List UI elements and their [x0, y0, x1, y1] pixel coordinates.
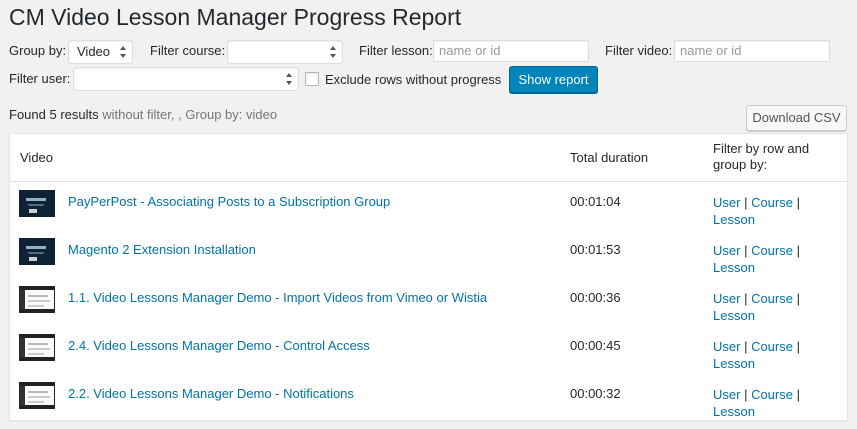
- filter-lesson-link[interactable]: Lesson: [713, 404, 755, 419]
- video-thumbnail[interactable]: [19, 238, 55, 265]
- filter-lesson-link[interactable]: Lesson: [713, 260, 755, 275]
- filter-course-link[interactable]: Course: [751, 387, 793, 402]
- separator: |: [740, 195, 752, 210]
- filter-user-label: Filter user:: [9, 71, 71, 86]
- separator: |: [792, 243, 800, 258]
- video-title-link[interactable]: PayPerPost - Associating Posts to a Subs…: [68, 194, 390, 210]
- table-header: Video Total duration Filter by row and g…: [10, 134, 847, 182]
- group-by-value: Video: [77, 44, 111, 59]
- group-by-label: Group by:: [9, 43, 67, 58]
- filter-lesson-link[interactable]: Lesson: [713, 212, 755, 227]
- filter-user-link[interactable]: User: [713, 291, 740, 306]
- video-thumbnail[interactable]: [19, 334, 55, 361]
- row-filter-links: User | Course | Lesson: [713, 386, 800, 420]
- row-filter-links: User | Course | Lesson: [713, 194, 800, 228]
- filter-video-placeholder: name or id: [680, 43, 742, 58]
- video-thumbnail[interactable]: [19, 190, 55, 217]
- group-by-select[interactable]: Video: [68, 40, 133, 64]
- col-header-video: Video: [20, 150, 54, 165]
- filter-user-link[interactable]: User: [713, 339, 740, 354]
- row-filter-links: User | Course | Lesson: [713, 242, 800, 276]
- video-duration: 00:00:45: [570, 338, 621, 353]
- video-title-link[interactable]: Magento 2 Extension Installation: [68, 242, 256, 258]
- filter-user-link[interactable]: User: [713, 195, 740, 210]
- select-arrows-icon: [120, 46, 126, 58]
- report-table: Video Total duration Filter by row and g…: [9, 133, 848, 421]
- select-arrows-icon: [286, 73, 292, 85]
- results-count: Found 5 results: [9, 107, 99, 122]
- separator: |: [740, 243, 752, 258]
- separator: |: [792, 339, 800, 354]
- video-duration: 00:00:36: [570, 290, 621, 305]
- filter-lesson-link[interactable]: Lesson: [713, 356, 755, 371]
- filter-course-label: Filter course:: [150, 43, 226, 58]
- video-title-link[interactable]: 1.1. Video Lessons Manager Demo - Import…: [68, 290, 487, 306]
- results-meta: without filter, , Group by: video: [98, 107, 278, 122]
- separator: |: [792, 387, 800, 402]
- separator: |: [740, 291, 752, 306]
- table-row: 2.2. Video Lessons Manager Demo - Notifi…: [10, 375, 847, 423]
- video-title-link[interactable]: 2.2. Video Lessons Manager Demo - Notifi…: [68, 386, 354, 402]
- exclude-rows-checkbox[interactable]: [305, 72, 319, 86]
- filter-course-link[interactable]: Course: [751, 243, 793, 258]
- results-summary: Found 5 results without filter, , Group …: [9, 107, 277, 122]
- filter-video-label: Filter video:: [605, 43, 673, 58]
- separator: |: [792, 291, 800, 306]
- col-header-filter-by: Filter by row and group by:: [713, 141, 810, 172]
- filter-course-select[interactable]: [227, 40, 343, 64]
- row-filter-links: User | Course | Lesson: [713, 338, 800, 372]
- filter-course-link[interactable]: Course: [751, 195, 793, 210]
- exclude-rows-label[interactable]: Exclude rows without progress: [325, 72, 501, 88]
- video-thumbnail[interactable]: [19, 286, 55, 313]
- filter-video-input[interactable]: name or id: [674, 40, 830, 62]
- show-report-button[interactable]: Show report: [509, 66, 598, 93]
- separator: |: [792, 195, 800, 210]
- video-thumbnail[interactable]: [19, 382, 55, 409]
- video-duration: 00:01:04: [570, 194, 621, 209]
- filter-lesson-input[interactable]: name or id: [433, 40, 589, 62]
- filter-lesson-label: Filter lesson:: [359, 43, 433, 58]
- table-row: PayPerPost - Associating Posts to a Subs…: [10, 183, 847, 231]
- filter-course-link[interactable]: Course: [751, 339, 793, 354]
- select-arrows-icon: [330, 46, 336, 58]
- separator: |: [740, 339, 752, 354]
- download-csv-button[interactable]: Download CSV: [746, 105, 847, 131]
- filter-course-link[interactable]: Course: [751, 291, 793, 306]
- video-title-link[interactable]: 2.4. Video Lessons Manager Demo - Contro…: [68, 338, 370, 354]
- filter-lesson-placeholder: name or id: [439, 43, 501, 58]
- table-row: Magento 2 Extension Installation 00:01:5…: [10, 231, 847, 279]
- filter-user-link[interactable]: User: [713, 243, 740, 258]
- filter-lesson-link[interactable]: Lesson: [713, 308, 755, 323]
- video-duration: 00:00:32: [570, 386, 621, 401]
- separator: |: [740, 387, 752, 402]
- filter-user-link[interactable]: User: [713, 387, 740, 402]
- table-row: 1.1. Video Lessons Manager Demo - Import…: [10, 279, 847, 327]
- table-row: 2.4. Video Lessons Manager Demo - Contro…: [10, 327, 847, 375]
- col-header-total-duration: Total duration: [570, 150, 649, 165]
- row-filter-links: User | Course | Lesson: [713, 290, 800, 324]
- video-duration: 00:01:53: [570, 242, 621, 257]
- filter-user-select[interactable]: [73, 67, 299, 91]
- page-title: CM Video Lesson Manager Progress Report: [9, 4, 462, 30]
